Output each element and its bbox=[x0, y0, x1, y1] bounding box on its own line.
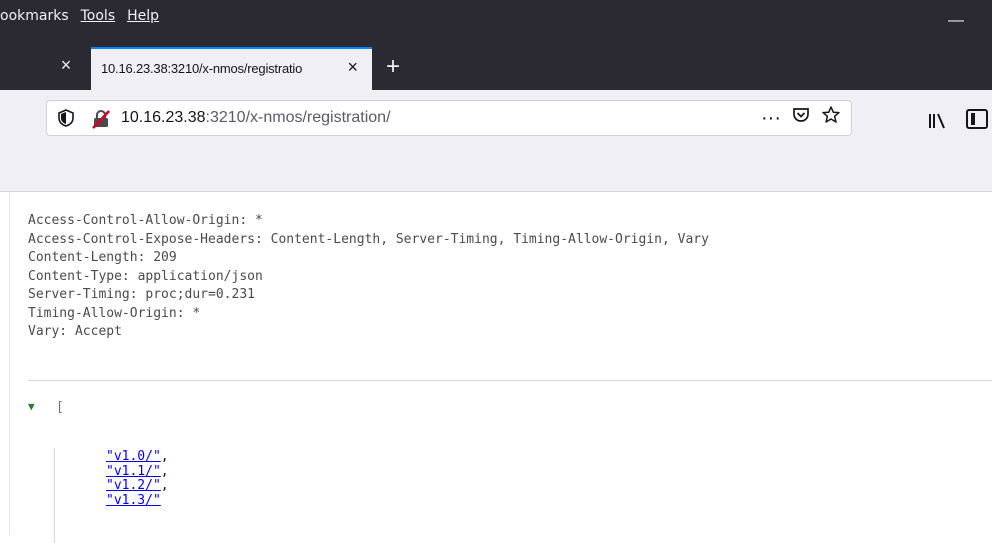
json-link-v1-0[interactable]: "v1.0/" bbox=[106, 449, 161, 464]
new-tab-button[interactable]: + bbox=[386, 53, 400, 81]
menu-bookmarks[interactable]: ookmarks bbox=[0, 8, 69, 24]
json-link-text[interactable]: v1.0/ bbox=[114, 449, 153, 464]
divider bbox=[28, 380, 992, 381]
response-headers: Access-Control-Allow-Origin: * Access-Con… bbox=[28, 212, 709, 342]
url-bar[interactable]: 10.16.23.38:3210/x-nmos/registration/ ··… bbox=[46, 100, 852, 136]
tab-active[interactable]: 10.16.23.38:3210/x-nmos/registratio × bbox=[91, 47, 372, 90]
insecure-lock-icon[interactable] bbox=[91, 109, 111, 129]
url-text[interactable]: 10.16.23.38:3210/x-nmos/registration/ bbox=[121, 109, 391, 127]
header-line: Content-Length: 209 bbox=[28, 250, 177, 265]
json-item: "v1.3/" bbox=[106, 493, 169, 509]
json-item: "v1.0/", bbox=[106, 449, 169, 464]
header-line: Access-Control-Allow-Origin: * bbox=[28, 213, 263, 228]
menu-bar: ookmarks Tools Help — bbox=[0, 0, 992, 40]
menu-items: ookmarks Tools Help bbox=[0, 8, 159, 24]
json-link-v1-2[interactable]: "v1.2/" bbox=[106, 478, 161, 493]
nav-bar: 10.16.23.38:3210/x-nmos/registration/ ··… bbox=[0, 90, 992, 155]
header-line: Content-Type: application/json bbox=[28, 268, 263, 284]
minimize-button[interactable]: — bbox=[948, 12, 964, 30]
menu-help[interactable]: Help bbox=[127, 8, 159, 24]
json-open-bracket: [ bbox=[56, 400, 64, 415]
sidebar-icon[interactable] bbox=[966, 109, 988, 129]
pocket-icon[interactable] bbox=[791, 105, 811, 131]
json-link-v1-3[interactable]: "v1.3/" bbox=[106, 493, 161, 508]
json-indent-guide bbox=[54, 448, 55, 543]
header-line: Server-Timing: proc;dur=0.231 bbox=[28, 287, 255, 302]
library-icon[interactable] bbox=[928, 112, 948, 135]
json-link-text[interactable]: v1.3/ bbox=[114, 493, 153, 508]
header-line: Timing-Allow-Origin: * bbox=[28, 305, 201, 321]
json-link-text[interactable]: v1.1/ bbox=[114, 464, 153, 479]
json-link-v1-1[interactable]: "v1.1/" bbox=[106, 464, 161, 479]
url-actions: ··· bbox=[761, 105, 841, 131]
bookmark-star-icon[interactable] bbox=[821, 105, 841, 131]
shield-icon[interactable] bbox=[57, 109, 75, 127]
collapse-toggle-icon[interactable]: ▼ bbox=[28, 400, 35, 413]
left-gutter bbox=[0, 192, 10, 535]
json-item: "v1.2/", bbox=[106, 478, 169, 493]
json-array-items: "v1.0/", "v1.1/", "v1.2/", "v1.3/" bbox=[106, 449, 169, 509]
close-icon[interactable]: × bbox=[56, 55, 76, 75]
menu-tools[interactable]: Tools bbox=[81, 8, 116, 24]
page-actions-button[interactable]: ··· bbox=[761, 107, 781, 130]
header-line: Vary: Accept bbox=[28, 324, 122, 339]
tab-title: 10.16.23.38:3210/x-nmos/registratio bbox=[101, 61, 303, 76]
json-item: "v1.1/", bbox=[106, 463, 169, 479]
json-link-text[interactable]: v1.2/ bbox=[114, 478, 153, 493]
tab-close-icon[interactable]: × bbox=[347, 57, 358, 78]
url-host: 10.16.23.38 bbox=[121, 109, 206, 126]
page-content: Access-Control-Allow-Origin: * Access-Con… bbox=[0, 192, 992, 543]
url-path: :3210/x-nmos/registration/ bbox=[205, 109, 391, 126]
toolbar-spacer bbox=[0, 155, 992, 192]
header-line: Access-Control-Expose-Headers: Content-L… bbox=[28, 231, 709, 247]
